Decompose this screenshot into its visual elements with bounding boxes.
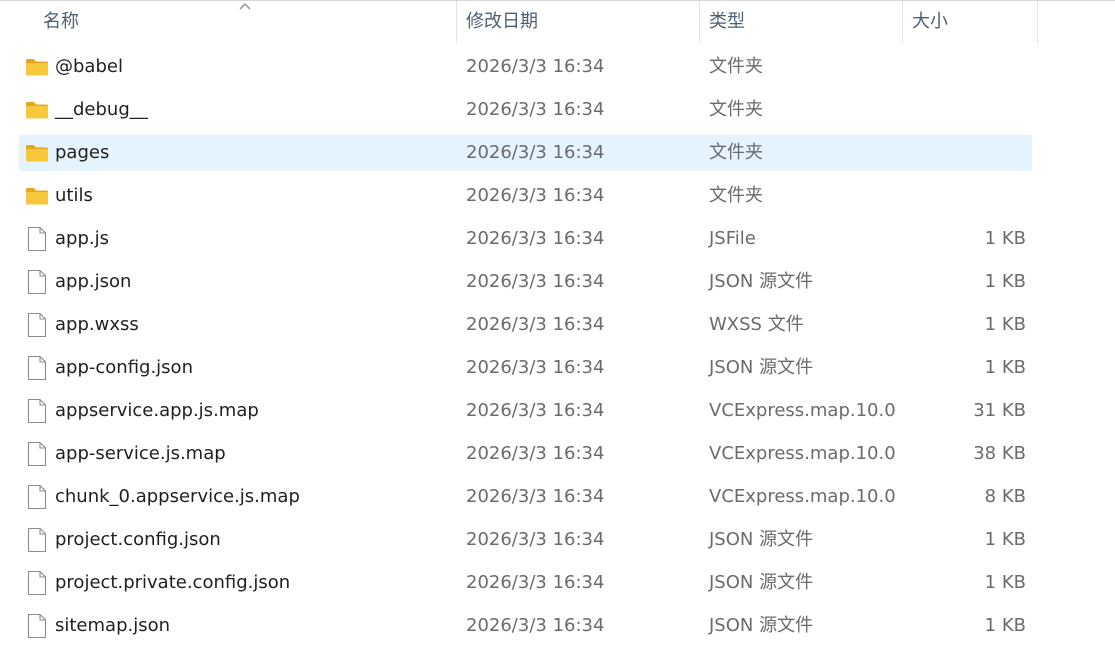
- file-name: chunk_0.appservice.js.map: [55, 486, 300, 507]
- file-name: project.config.json: [55, 529, 221, 550]
- file-size: 8 KB: [984, 486, 1026, 507]
- file-type: 文件夹: [709, 99, 763, 120]
- file-modified-date: 2026/3/3 16:34: [466, 314, 605, 335]
- file-type: 文件夹: [709, 185, 763, 206]
- file-type: 文件夹: [709, 142, 763, 163]
- file-type: VCExpress.map.10.0: [709, 443, 896, 464]
- folder-icon: [25, 135, 49, 171]
- file-type: WXSS 文件: [709, 314, 804, 335]
- file-type: 文件夹: [709, 56, 763, 77]
- folder-icon: [25, 49, 49, 85]
- column-header-name-label: 名称: [43, 11, 79, 32]
- file-icon: [25, 264, 49, 300]
- file-row[interactable]: project.config.json 2026/3/3 16:34 JSON 源文…: [19, 522, 1032, 558]
- file-icon: [25, 221, 49, 257]
- column-header: 名称 修改日期 类型 大小: [0, 1, 1115, 43]
- file-name: app.wxss: [55, 314, 139, 335]
- file-size: 1 KB: [984, 615, 1026, 636]
- column-header-type[interactable]: 类型: [700, 1, 902, 43]
- file-size: 1 KB: [984, 357, 1026, 378]
- file-modified-date: 2026/3/3 16:34: [466, 486, 605, 507]
- file-type: JSON 源文件: [709, 529, 814, 550]
- file-name: @babel: [55, 56, 123, 77]
- file-explorer: 名称 修改日期 类型 大小 @babel 2026/3/3 16:34 文件夹 __d…: [0, 0, 1115, 667]
- file-name: pages: [55, 142, 110, 163]
- folder-icon: [25, 92, 49, 128]
- file-icon: [25, 350, 49, 386]
- file-modified-date: 2026/3/3 16:34: [466, 271, 605, 292]
- file-row[interactable]: utils 2026/3/3 16:34 文件夹: [19, 178, 1032, 214]
- file-size: 1 KB: [984, 228, 1026, 249]
- file-icon: [25, 436, 49, 472]
- file-modified-date: 2026/3/3 16:34: [466, 529, 605, 550]
- file-size: 1 KB: [984, 572, 1026, 593]
- file-modified-date: 2026/3/3 16:34: [466, 142, 605, 163]
- file-name: app.json: [55, 271, 132, 292]
- file-size: 1 KB: [984, 529, 1026, 550]
- file-size: 31 KB: [973, 400, 1026, 421]
- column-header-name[interactable]: 名称: [0, 1, 456, 43]
- file-row[interactable]: app-config.json 2026/3/3 16:34 JSON 源文件 1 K…: [19, 350, 1032, 386]
- file-type: VCExpress.map.10.0: [709, 486, 896, 507]
- file-icon: [25, 565, 49, 601]
- folder-icon: [25, 178, 49, 214]
- file-row[interactable]: project.private.config.json 2026/3/3 16:3…: [19, 565, 1032, 601]
- file-modified-date: 2026/3/3 16:34: [466, 572, 605, 593]
- file-row[interactable]: app.wxss 2026/3/3 16:34 WXSS 文件 1 KB: [19, 307, 1032, 343]
- file-type: JSON 源文件: [709, 615, 814, 636]
- column-header-size-label: 大小: [912, 11, 948, 32]
- file-name: app.js: [55, 228, 109, 249]
- file-name: project.private.config.json: [55, 572, 291, 593]
- file-size: 1 KB: [984, 271, 1026, 292]
- file-size: 38 KB: [973, 443, 1026, 464]
- file-row[interactable]: app.json 2026/3/3 16:34 JSON 源文件 1 KB: [19, 264, 1032, 300]
- file-name: __debug__: [55, 99, 148, 120]
- file-row[interactable]: __debug__ 2026/3/3 16:34 文件夹: [19, 92, 1032, 128]
- file-type: JSON 源文件: [709, 572, 814, 593]
- file-modified-date: 2026/3/3 16:34: [466, 56, 605, 77]
- file-type: JSON 源文件: [709, 271, 814, 292]
- file-modified-date: 2026/3/3 16:34: [466, 228, 605, 249]
- file-modified-date: 2026/3/3 16:34: [466, 400, 605, 421]
- file-row[interactable]: pages 2026/3/3 16:34 文件夹: [19, 135, 1032, 171]
- file-type: JSFile: [709, 228, 756, 249]
- file-modified-date: 2026/3/3 16:34: [466, 443, 605, 464]
- file-type: VCExpress.map.10.0: [709, 400, 896, 421]
- file-icon: [25, 608, 49, 644]
- file-icon: [25, 479, 49, 515]
- file-size: 1 KB: [984, 314, 1026, 335]
- file-name: utils: [55, 185, 93, 206]
- file-name: app-service.js.map: [55, 443, 226, 464]
- column-header-date-label: 修改日期: [466, 11, 538, 32]
- file-row[interactable]: chunk_0.appservice.js.map 2026/3/3 16:34 V…: [19, 479, 1032, 515]
- file-name: appservice.app.js.map: [55, 400, 259, 421]
- column-divider[interactable]: [1037, 1, 1038, 43]
- file-icon: [25, 307, 49, 343]
- file-name: app-config.json: [55, 357, 193, 378]
- file-name: sitemap.json: [55, 615, 171, 636]
- file-row[interactable]: sitemap.json 2026/3/3 16:34 JSON 源文件 1 KB: [19, 608, 1032, 644]
- file-list: @babel 2026/3/3 16:34 文件夹 __debug__ 2026/3/3…: [19, 49, 1032, 651]
- file-row[interactable]: app.js 2026/3/3 16:34 JSFile 1 KB: [19, 221, 1032, 257]
- file-modified-date: 2026/3/3 16:34: [466, 99, 605, 120]
- file-modified-date: 2026/3/3 16:34: [466, 357, 605, 378]
- file-modified-date: 2026/3/3 16:34: [466, 185, 605, 206]
- column-header-type-label: 类型: [709, 11, 745, 32]
- file-icon: [25, 393, 49, 429]
- file-row[interactable]: app-service.js.map 2026/3/3 16:34 VCExpres…: [19, 436, 1032, 472]
- file-type: JSON 源文件: [709, 357, 814, 378]
- file-modified-date: 2026/3/3 16:34: [466, 615, 605, 636]
- file-row[interactable]: @babel 2026/3/3 16:34 文件夹: [19, 49, 1032, 85]
- column-header-size[interactable]: 大小: [903, 1, 1037, 43]
- column-header-date[interactable]: 修改日期: [457, 1, 699, 43]
- file-icon: [25, 522, 49, 558]
- file-row[interactable]: appservice.app.js.map 2026/3/3 16:34 VCExp…: [19, 393, 1032, 429]
